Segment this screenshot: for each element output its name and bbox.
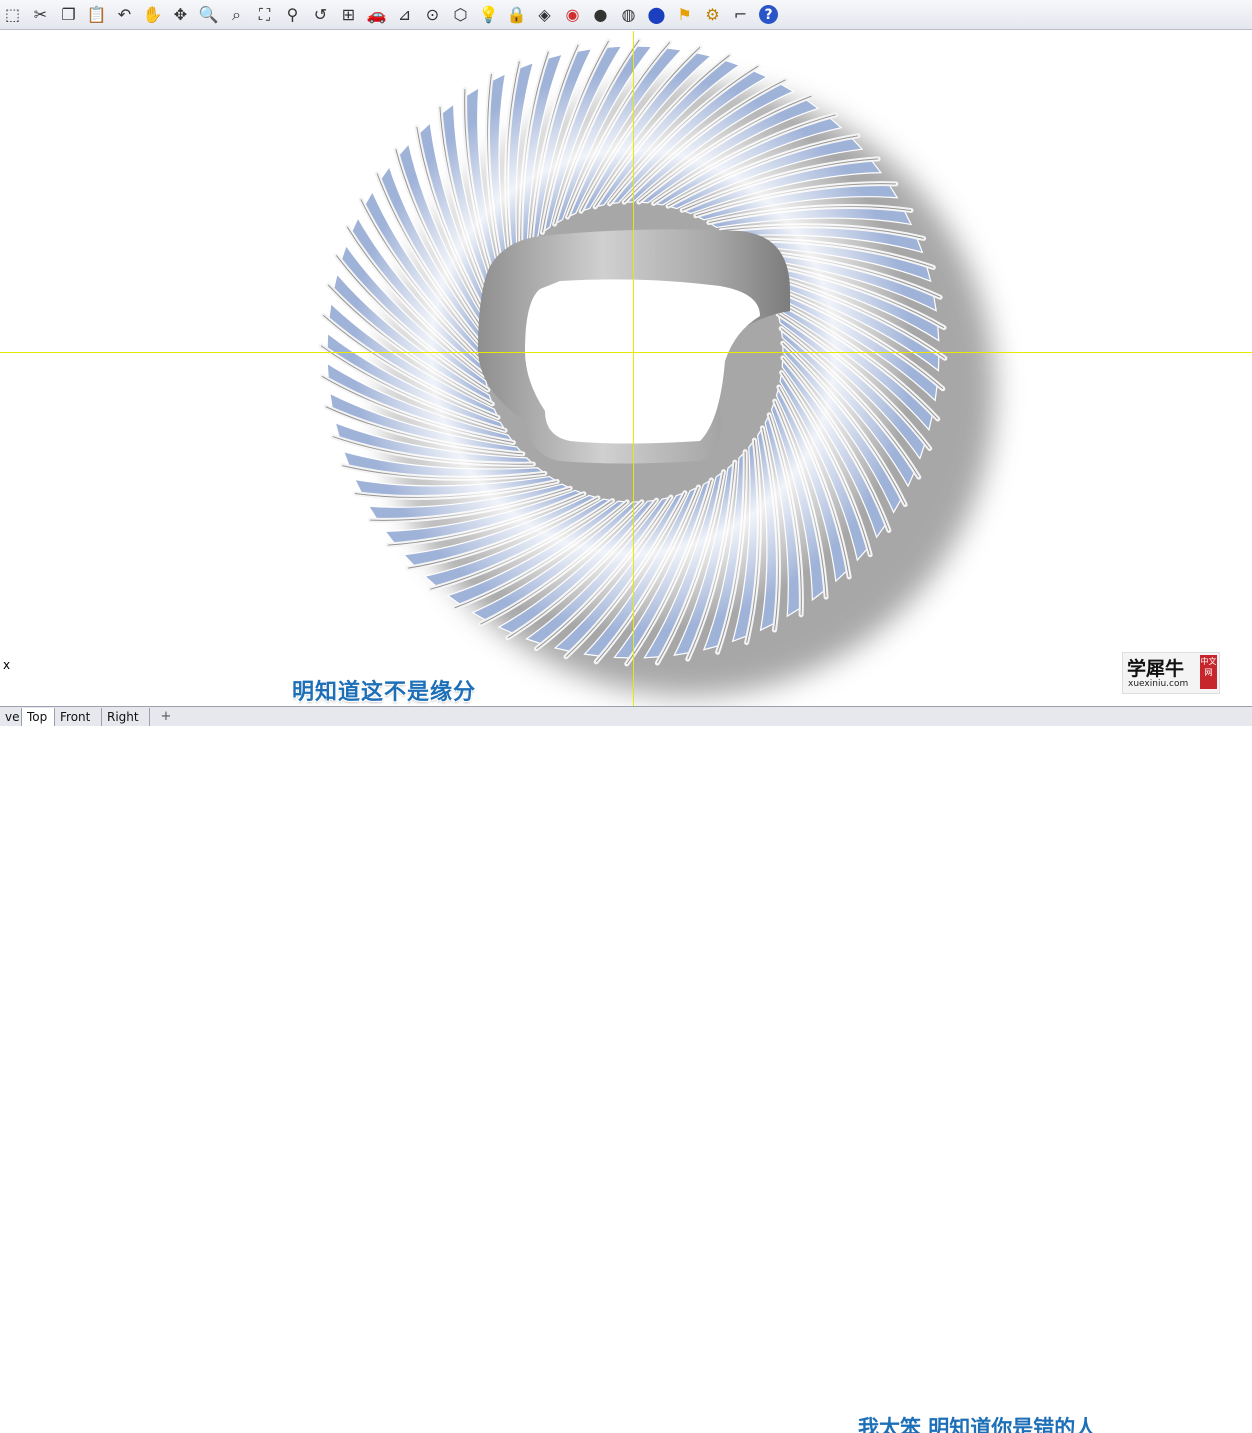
x-axis-line	[0, 352, 1252, 353]
lock-icon[interactable]: 🔒	[504, 2, 529, 28]
main-toolbar: ⬚ ✂ ❐ 📋 ↶ ✋ ✥ 🔍 ⌕ ⛶ ⚲ ↺ ⊞ 🚗 ⊿ ⊙ ⬡ 💡 🔒 ◈ ◉ ● ◍ ⬤ ⚑ ⚙ ⌐?	[0, 0, 1252, 30]
color-wheel-icon[interactable]: ◉	[560, 2, 585, 28]
video-subtitle-secondary: 我太笨 明知道你是错的人	[858, 1416, 1097, 1433]
logo-url: xuexiniu.com	[1128, 679, 1189, 689]
layer-icon[interactable]: ◈	[532, 2, 557, 28]
car-render-icon[interactable]: 🚗	[364, 2, 389, 28]
zoom-dynamic-icon[interactable]: 🔍	[196, 2, 221, 28]
grid-snap-icon[interactable]: ⊙	[420, 2, 445, 28]
top-viewport[interactable]: x 明知道这不是缘分 学犀牛 xuexiniu.com 中文网	[0, 31, 1252, 706]
four-viewports-icon[interactable]: ⊞	[336, 2, 361, 28]
osnap-icon[interactable]: ⬡	[448, 2, 473, 28]
y-axis-line	[633, 31, 634, 706]
properties-icon[interactable]: ⊿	[392, 2, 417, 28]
zoom-extents-icon[interactable]: ⛶	[252, 2, 277, 28]
pan-hand-icon[interactable]: ✋	[140, 2, 165, 28]
viewport-tab-bar: ve Top Front Right + 我太笨 明知道你是错的人	[0, 706, 1252, 1433]
tab-front[interactable]: Front	[55, 708, 102, 726]
tab-right[interactable]: Right	[102, 708, 150, 726]
torus-model-render	[318, 37, 995, 696]
light-bulb-icon[interactable]: 💡	[476, 2, 501, 28]
tab-perspective[interactable]: ve	[0, 708, 22, 726]
shaded-sphere-icon[interactable]: ●	[588, 2, 613, 28]
zoom-selected-icon[interactable]: ⚲	[280, 2, 305, 28]
dimension-icon[interactable]: ⌐	[728, 2, 753, 28]
tab-top[interactable]: Top	[22, 708, 55, 726]
rotate-view-icon[interactable]: ✥	[168, 2, 193, 28]
undo-view-icon[interactable]: ↺	[308, 2, 333, 28]
paste-icon[interactable]: 📋	[84, 2, 109, 28]
settings-gear-icon[interactable]: ⚙	[700, 2, 725, 28]
logo-seal: 中文网	[1200, 655, 1217, 689]
zoom-window-icon[interactable]: ⌕	[224, 2, 249, 28]
undo-icon[interactable]: ↶	[112, 2, 137, 28]
cut-icon[interactable]: ✂	[28, 2, 53, 28]
video-subtitle: 明知道这不是缘分	[292, 680, 477, 705]
flag-icon[interactable]: ⚑	[672, 2, 697, 28]
add-viewport-tab-button[interactable]: +	[157, 708, 175, 726]
help-icon[interactable]: ?	[759, 5, 778, 24]
axis-label: x	[3, 658, 11, 672]
rendered-sphere-icon[interactable]: ◍	[616, 2, 641, 28]
watermark-logo: 学犀牛 xuexiniu.com 中文网	[1122, 652, 1220, 694]
copy-icon[interactable]: ❐	[56, 2, 81, 28]
logo-chinese-name: 学犀牛	[1127, 658, 1185, 680]
blue-sphere-icon[interactable]: ⬤	[644, 2, 669, 28]
new-document-icon[interactable]: ⬚	[0, 2, 25, 28]
